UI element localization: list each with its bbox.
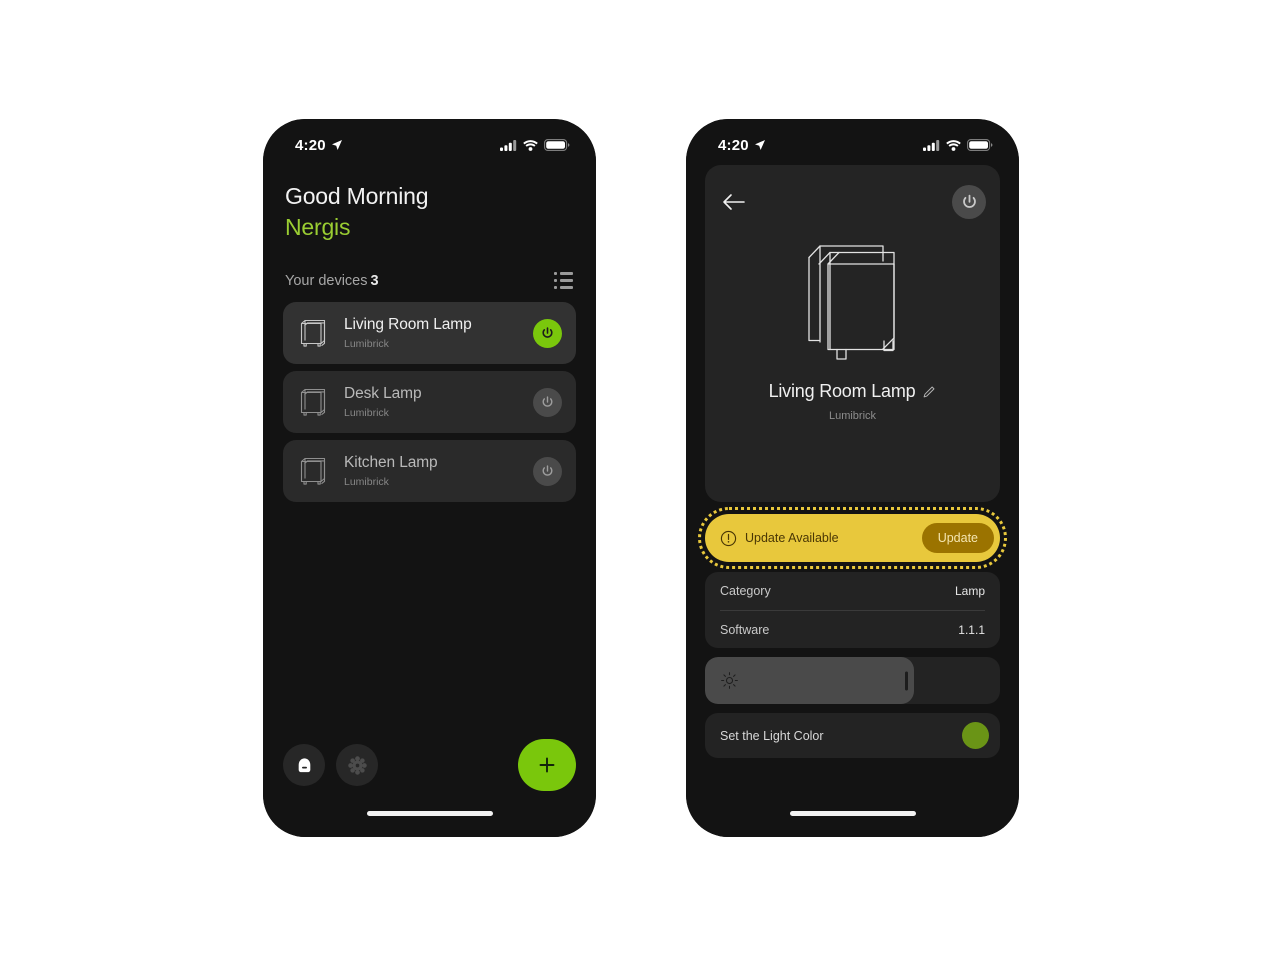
info-key: Category [720, 584, 771, 598]
power-icon [542, 326, 553, 338]
status-bar-left: 4:20 [295, 137, 343, 154]
device-name: Living Room Lamp [768, 381, 916, 401]
wifi-icon [946, 139, 961, 151]
device-name: Kitchen Lamp [344, 454, 438, 472]
screenshot-stage: 4:20 Good Morning Nergis Your devices 3 … [0, 0, 1280, 960]
status-bar-right [923, 139, 993, 151]
power-icon [542, 465, 553, 476]
devices-count-value: 3 [370, 272, 379, 289]
device-card-living-room-lamp[interactable]: Living Room Lamp Lumibrick [283, 302, 576, 365]
status-bar-right [500, 139, 570, 151]
info-row-software: Software 1.1.1 [720, 610, 985, 648]
device-title-row: Living Room Lamp [769, 381, 937, 402]
greeting-user-name: Nergis [285, 213, 351, 240]
settings-nav-button[interactable] [336, 744, 378, 786]
device-power-toggle[interactable] [533, 318, 562, 348]
light-color-label: Set the Light Color [720, 728, 824, 743]
list-view-row [554, 272, 574, 276]
update-available-banner: Update Available Update [698, 507, 1007, 569]
exclamation-circle-icon [720, 530, 737, 547]
home-nav-button[interactable] [283, 744, 325, 786]
greeting-line-1: Good Morning [285, 183, 429, 209]
status-bar-left: 4:20 [718, 137, 766, 154]
device-brand: Lumibrick [344, 406, 389, 419]
device-text-block: Living Room Lamp Lumibrick [344, 316, 522, 350]
update-button[interactable]: Update [921, 523, 994, 553]
list-view-row [554, 279, 574, 283]
phone-home-screen: 4:20 Good Morning Nergis Your devices 3 … [263, 119, 596, 837]
device-power-toggle[interactable] [533, 387, 562, 417]
back-arrow-icon[interactable] [722, 192, 746, 212]
cellular-signal-icon [500, 139, 517, 151]
home-indicator [686, 811, 1019, 837]
cellular-signal-icon [923, 139, 940, 151]
power-icon [542, 396, 553, 407]
lamp-icon [300, 320, 326, 347]
greeting-block: Good Morning Nergis [263, 163, 596, 242]
detail-screen-content: 4:20 Living Room Lamp Lumibrick Update A… [686, 119, 1019, 837]
hero-top-bar [705, 165, 1000, 227]
battery-icon [544, 139, 570, 151]
bottom-toolbar [263, 719, 596, 811]
home-icon [298, 757, 310, 772]
lamp-illustration [807, 245, 895, 360]
device-info-card: Category Lamp Software 1.1.1 [705, 572, 1000, 648]
status-time: 4:20 [295, 136, 326, 154]
devices-label-text: Your devices [285, 272, 368, 289]
brightness-slider-handle[interactable] [905, 671, 908, 690]
home-screen-content: 4:20 Good Morning Nergis Your devices 3 … [263, 119, 596, 837]
device-power-button[interactable] [952, 185, 986, 219]
device-power-toggle[interactable] [533, 456, 562, 486]
power-icon [962, 194, 976, 208]
lamp-icon [300, 389, 326, 416]
devices-section-header: Your devices 3 [285, 272, 574, 290]
update-banner-message: Update Available [745, 531, 839, 545]
info-value: 1.1.1 [958, 622, 985, 637]
home-indicator [263, 811, 596, 837]
location-arrow-icon [331, 140, 342, 150]
brightness-sun-icon [720, 671, 739, 690]
info-key: Software [720, 622, 770, 637]
info-value: Lamp [954, 584, 985, 598]
add-device-button[interactable] [518, 739, 576, 791]
list-view-row [554, 286, 574, 290]
list-view-icon[interactable] [554, 272, 574, 290]
battery-icon [967, 139, 993, 151]
home-spacer [263, 502, 596, 719]
device-name: Living Room Lamp [344, 316, 472, 334]
light-color-swatch[interactable] [962, 722, 989, 749]
device-brand: Lumibrick [344, 337, 389, 350]
device-text-block: Kitchen Lamp Lumibrick [344, 454, 522, 488]
device-hero-card: Living Room Lamp Lumibrick [705, 165, 1000, 502]
info-row-category: Category Lamp [720, 572, 985, 610]
light-color-row[interactable]: Set the Light Color [705, 713, 1000, 758]
device-text-block: Desk Lamp Lumibrick [344, 385, 522, 419]
pencil-icon[interactable] [922, 385, 936, 399]
update-banner-wrap: Update Available Update [698, 507, 1007, 569]
wifi-icon [523, 139, 538, 151]
device-brand: Lumibrick [344, 475, 389, 488]
status-bar: 4:20 [263, 119, 596, 163]
device-card-desk-lamp[interactable]: Desk Lamp Lumibrick [283, 371, 576, 434]
gear-icon [347, 755, 367, 775]
detail-spacer [686, 758, 1019, 811]
device-list: Living Room Lamp Lumibrick Desk Lamp Lum… [283, 302, 576, 503]
lamp-icon [300, 458, 326, 485]
plus-icon [539, 757, 555, 773]
brightness-slider[interactable] [705, 657, 1000, 704]
devices-count-label: Your devices 3 [285, 273, 379, 289]
location-arrow-icon [754, 140, 765, 150]
detail-body: Living Room Lamp Lumibrick Update Availa… [686, 163, 1019, 758]
device-brand: Lumibrick [828, 410, 877, 422]
phone-device-detail-screen: 4:20 Living Room Lamp Lumibrick Update A… [686, 119, 1019, 837]
device-card-kitchen-lamp[interactable]: Kitchen Lamp Lumibrick [283, 440, 576, 503]
status-time: 4:20 [718, 136, 749, 154]
device-name: Desk Lamp [344, 385, 422, 403]
status-bar: 4:20 [686, 119, 1019, 163]
